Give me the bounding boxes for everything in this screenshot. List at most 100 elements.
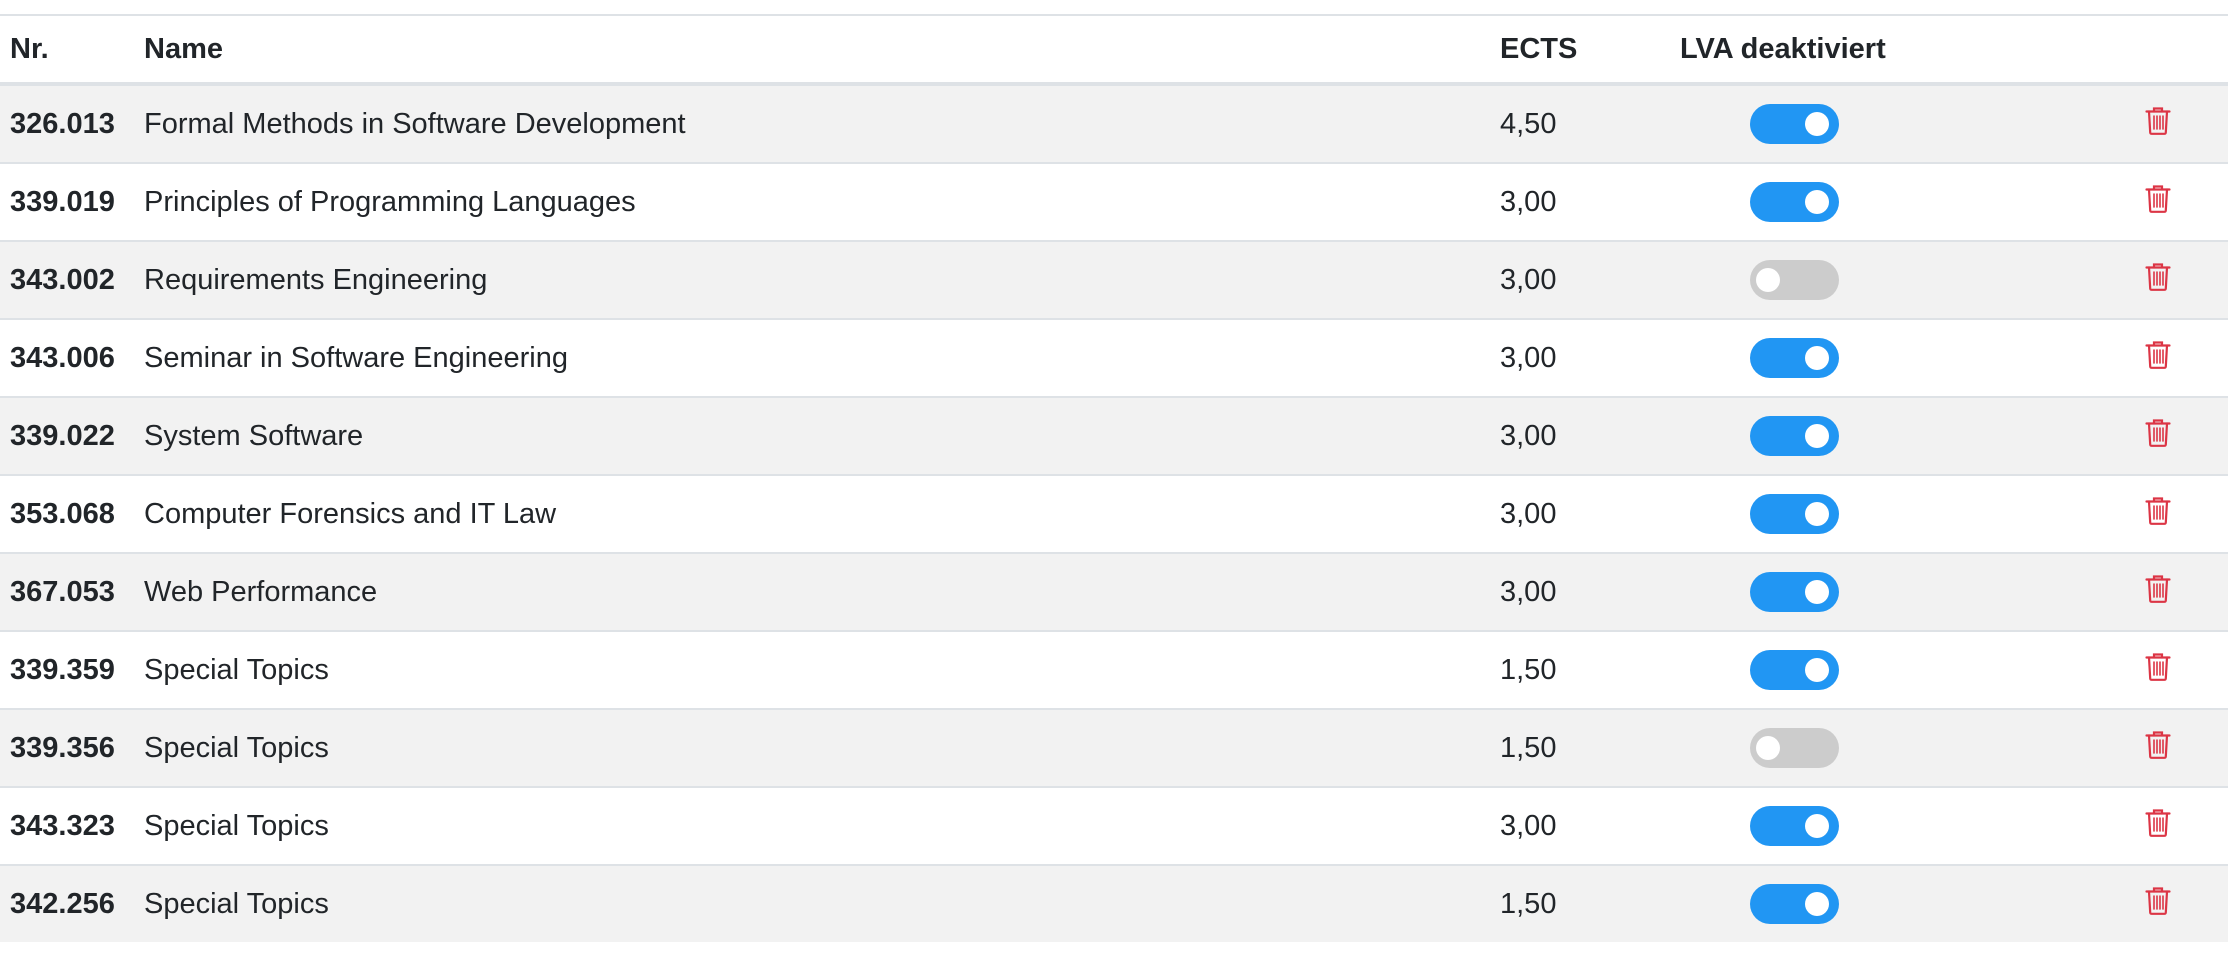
course-name: System Software: [144, 396, 1500, 475]
toggle-knob: [1805, 658, 1829, 682]
toggle-knob: [1805, 190, 1829, 214]
trash-icon[interactable]: [2145, 730, 2171, 767]
actions-cell: [2080, 630, 2228, 709]
trash-icon[interactable]: [2145, 574, 2171, 611]
actions-cell: [2080, 708, 2228, 787]
trash-icon[interactable]: [2145, 106, 2171, 143]
course-number: 343.006: [0, 318, 144, 397]
lva-toggle[interactable]: [1750, 650, 1839, 690]
course-number: 343.002: [0, 240, 144, 319]
course-name: Web Performance: [144, 552, 1500, 631]
lva-cell: [1680, 396, 2080, 475]
course-name: Computer Forensics and IT Law: [144, 474, 1500, 553]
lva-cell: [1680, 786, 2080, 865]
table-row: 342.256 Special Topics 1,50: [0, 864, 2228, 942]
trash-icon[interactable]: [2145, 886, 2171, 923]
lva-toggle[interactable]: [1750, 806, 1839, 846]
table-row: 339.019 Principles of Programming Langua…: [0, 162, 2228, 241]
table-header-row: Nr. Name ECTS LVA deaktiviert: [0, 15, 2228, 86]
table-row: 339.356 Special Topics 1,50: [0, 708, 2228, 787]
lva-toggle[interactable]: [1750, 260, 1839, 300]
actions-cell: [2080, 318, 2228, 397]
table-row: 326.013 Formal Methods in Software Devel…: [0, 83, 2228, 163]
course-name: Special Topics: [144, 708, 1500, 787]
course-ects: 1,50: [1500, 708, 1680, 787]
table-row: 367.053 Web Performance 3,00: [0, 552, 2228, 631]
trash-icon[interactable]: [2145, 652, 2171, 689]
toggle-knob: [1805, 502, 1829, 526]
course-name: Requirements Engineering: [144, 240, 1500, 319]
course-ects: 3,00: [1500, 786, 1680, 865]
table-row: 343.002 Requirements Engineering 3,00: [0, 240, 2228, 319]
course-number: 326.013: [0, 83, 144, 163]
actions-cell: [2080, 83, 2228, 163]
header-actions: [2080, 15, 2228, 86]
table-row: 339.022 System Software 3,00: [0, 396, 2228, 475]
header-ects: ECTS: [1500, 15, 1680, 86]
header-lva-deaktiviert: LVA deaktiviert: [1680, 15, 2080, 86]
course-name: Special Topics: [144, 630, 1500, 709]
course-ects: 3,00: [1500, 318, 1680, 397]
actions-cell: [2080, 552, 2228, 631]
course-ects: 1,50: [1500, 864, 1680, 942]
course-ects: 3,00: [1500, 552, 1680, 631]
table-row: 343.006 Seminar in Software Engineering …: [0, 318, 2228, 397]
course-ects: 3,00: [1500, 396, 1680, 475]
lva-toggle[interactable]: [1750, 728, 1839, 768]
lva-toggle[interactable]: [1750, 338, 1839, 378]
lva-cell: [1680, 318, 2080, 397]
actions-cell: [2080, 396, 2228, 475]
trash-icon[interactable]: [2145, 262, 2171, 299]
course-name: Formal Methods in Software Development: [144, 83, 1500, 163]
course-number: 343.323: [0, 786, 144, 865]
lva-toggle[interactable]: [1750, 104, 1839, 144]
toggle-knob: [1805, 580, 1829, 604]
toggle-knob: [1756, 736, 1780, 760]
course-number: 339.019: [0, 162, 144, 241]
lva-cell: [1680, 474, 2080, 553]
trash-icon[interactable]: [2145, 496, 2171, 533]
actions-cell: [2080, 864, 2228, 942]
toggle-knob: [1756, 268, 1780, 292]
course-number: 339.356: [0, 708, 144, 787]
lva-toggle[interactable]: [1750, 182, 1839, 222]
trash-icon[interactable]: [2145, 808, 2171, 845]
course-name: Seminar in Software Engineering: [144, 318, 1500, 397]
toggle-knob: [1805, 814, 1829, 838]
lva-toggle[interactable]: [1750, 884, 1839, 924]
courses-table: Nr. Name ECTS LVA deaktiviert 326.013 Fo…: [0, 14, 2228, 942]
lva-cell: [1680, 864, 2080, 942]
toggle-knob: [1805, 112, 1829, 136]
course-ects: 3,00: [1500, 162, 1680, 241]
lva-toggle[interactable]: [1750, 572, 1839, 612]
lva-toggle[interactable]: [1750, 494, 1839, 534]
toggle-knob: [1805, 892, 1829, 916]
trash-icon[interactable]: [2145, 184, 2171, 221]
actions-cell: [2080, 240, 2228, 319]
course-ects: 3,00: [1500, 240, 1680, 319]
course-number: 367.053: [0, 552, 144, 631]
trash-icon[interactable]: [2145, 418, 2171, 455]
lva-cell: [1680, 162, 2080, 241]
course-number: 339.359: [0, 630, 144, 709]
course-ects: 1,50: [1500, 630, 1680, 709]
actions-cell: [2080, 162, 2228, 241]
toggle-knob: [1805, 424, 1829, 448]
lva-cell: [1680, 83, 2080, 163]
header-nr: Nr.: [0, 15, 144, 86]
course-number: 353.068: [0, 474, 144, 553]
lva-cell: [1680, 552, 2080, 631]
header-name: Name: [144, 15, 1500, 86]
table-row: 353.068 Computer Forensics and IT Law 3,…: [0, 474, 2228, 553]
trash-icon[interactable]: [2145, 340, 2171, 377]
lva-cell: [1680, 630, 2080, 709]
table-row: 339.359 Special Topics 1,50: [0, 630, 2228, 709]
course-name: Principles of Programming Languages: [144, 162, 1500, 241]
table-row: 343.323 Special Topics 3,00: [0, 786, 2228, 865]
lva-cell: [1680, 240, 2080, 319]
lva-toggle[interactable]: [1750, 416, 1839, 456]
actions-cell: [2080, 786, 2228, 865]
course-number: 342.256: [0, 864, 144, 942]
course-ects: 4,50: [1500, 83, 1680, 163]
course-number: 339.022: [0, 396, 144, 475]
